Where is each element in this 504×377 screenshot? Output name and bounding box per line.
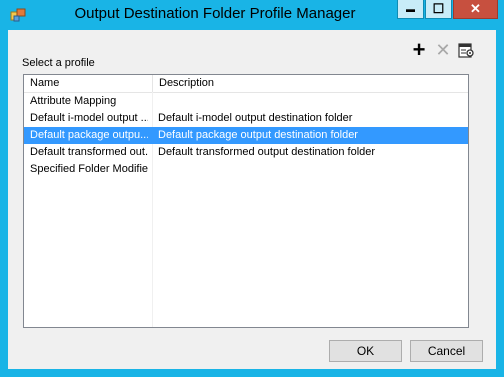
dialog-window: Output Destination Folder Profile Manage…	[0, 0, 504, 377]
cancel-button[interactable]: Cancel	[410, 340, 483, 362]
maximize-button[interactable]: ☐	[425, 0, 452, 19]
profile-name-cell: Default i-model output ...	[30, 112, 148, 124]
properties-icon	[458, 43, 474, 58]
plus-icon: +	[412, 37, 426, 62]
profile-name-cell: Specified Folder Modified	[30, 163, 148, 175]
maximize-icon: ☐	[432, 1, 445, 16]
profile-name-cell: Default transformed out...	[30, 146, 148, 158]
select-profile-label: Select a profile	[22, 57, 95, 69]
profile-description-cell: Default transformed output destination f…	[158, 146, 376, 158]
profile-description-cell	[158, 93, 464, 110]
ok-button[interactable]: OK	[329, 340, 402, 362]
column-header-name[interactable]: Name	[24, 75, 153, 92]
profile-list[interactable]: Name Description Attribute Mapping Defaul…	[23, 74, 469, 328]
profile-description-cell: Default package output destination folde…	[158, 129, 358, 141]
table-row[interactable]: Default i-model output ... Default i-mode…	[24, 110, 468, 127]
table-row[interactable]: Default package outpu... Default package …	[24, 127, 468, 144]
minimize-button[interactable]: ▬	[397, 0, 424, 19]
minimize-icon: ▬	[406, 4, 415, 14]
profile-description-cell	[158, 161, 464, 178]
column-header-description[interactable]: Description	[153, 75, 468, 92]
table-row[interactable]: Specified Folder Modified	[24, 161, 468, 178]
close-icon: ✕	[470, 1, 481, 16]
x-icon: ✕	[435, 40, 451, 60]
title-bar[interactable]: Output Destination Folder Profile Manage…	[0, 0, 504, 30]
table-row[interactable]: Default transformed out... Default transf…	[24, 144, 468, 161]
dialog-client-area: Select a profile + ✕ Name Description At…	[8, 30, 496, 369]
profile-properties-button[interactable]	[456, 40, 476, 60]
add-profile-button[interactable]: +	[409, 37, 429, 62]
close-button[interactable]: ✕	[453, 0, 498, 19]
table-row[interactable]: Attribute Mapping	[24, 93, 468, 110]
profile-name-cell: Default package outpu...	[30, 129, 148, 141]
list-header: Name Description	[24, 75, 468, 93]
profile-description-cell: Default i-model output destination folde…	[158, 112, 353, 124]
profile-name-cell: Attribute Mapping	[30, 95, 117, 107]
delete-profile-button[interactable]: ✕	[433, 40, 453, 60]
window-title: Output Destination Folder Profile Manage…	[74, 5, 356, 22]
